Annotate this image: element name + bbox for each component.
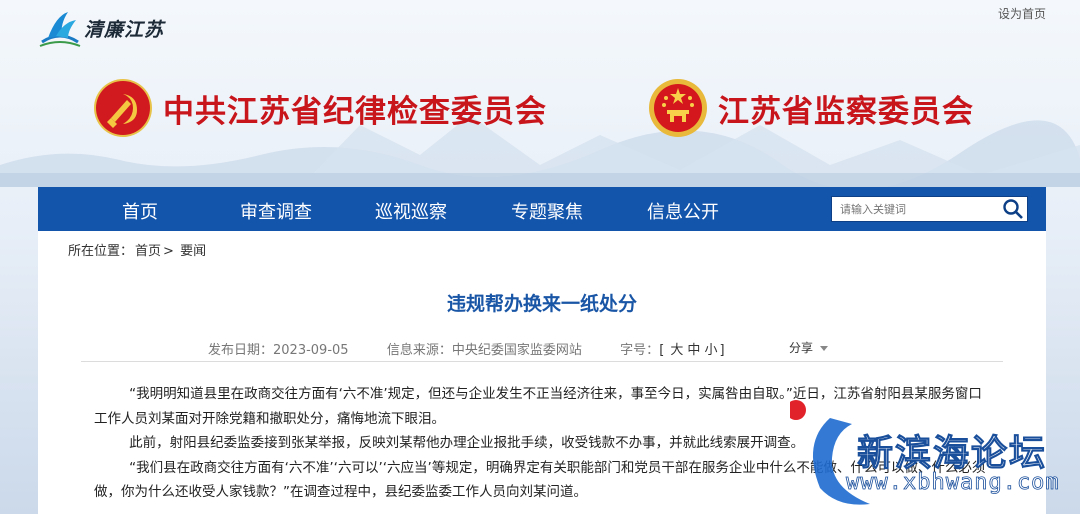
nav-item-inspection[interactable]: 巡视巡察	[375, 198, 447, 224]
search-icon[interactable]	[1002, 198, 1024, 220]
supervision-committee-title: 江苏省监察委员会	[648, 78, 974, 138]
breadcrumb-home[interactable]: 首页	[135, 244, 161, 259]
nav-item-home[interactable]: 首页	[122, 198, 158, 224]
nav-item-review[interactable]: 审查调查	[240, 198, 312, 224]
national-emblem-icon	[649, 79, 707, 137]
article-meta: 发布日期：2023-09-05 信息来源：中央纪委国家监委网站 字号：[ 大中小…	[208, 343, 725, 358]
breadcrumb: 所在位置： 首页 > 要闻	[68, 240, 208, 259]
title-right-text: 江苏省监察委员会	[718, 93, 974, 130]
party-committee-title: 中共江苏省纪律检查委员会	[93, 78, 547, 138]
fontsize-large-button[interactable]: 大	[670, 343, 683, 358]
search-input[interactable]	[832, 198, 1002, 220]
breadcrumb-prefix: 所在位置：	[68, 244, 134, 259]
publish-date: 2023-09-05	[273, 343, 349, 358]
watermark-url: www.xbhwang.com	[846, 470, 1060, 496]
title-left-text: 中共江苏省纪律检查委员会	[163, 93, 547, 130]
search-box	[831, 196, 1028, 222]
site-logo[interactable]: 清廉江苏	[38, 6, 178, 50]
logo-text: 清廉江苏	[84, 18, 165, 41]
article-source: 中央纪委国家监委网站	[451, 343, 582, 358]
fontsize-medium-button[interactable]: 中	[687, 343, 700, 358]
article-title: 违规帮办换来一纸处分	[446, 293, 637, 315]
share-label: 分享	[789, 341, 814, 355]
date-label: 发布日期：	[208, 343, 274, 358]
main-nav: 首页 审查调查 巡视巡察 专题聚焦 信息公开	[38, 187, 1046, 231]
share-button[interactable]: 分享	[789, 339, 829, 356]
caret-down-icon	[819, 346, 828, 351]
nav-item-topics[interactable]: 专题聚焦	[511, 198, 583, 224]
fontsize-label: 字号：	[620, 343, 660, 358]
watermark-title: 新滨海论坛	[856, 433, 1048, 475]
breadcrumb-current[interactable]: 要闻	[180, 244, 206, 259]
divider	[81, 361, 1003, 362]
party-emblem-icon	[94, 79, 152, 137]
fontsize-small-button[interactable]: 小	[704, 343, 717, 358]
nav-item-disclosure[interactable]: 信息公开	[647, 198, 719, 224]
source-label: 信息来源：	[386, 343, 452, 358]
set-homepage-link[interactable]: 设为首页	[998, 5, 1046, 22]
logo-mark-icon	[39, 12, 81, 47]
breadcrumb-separator: >	[163, 244, 174, 259]
